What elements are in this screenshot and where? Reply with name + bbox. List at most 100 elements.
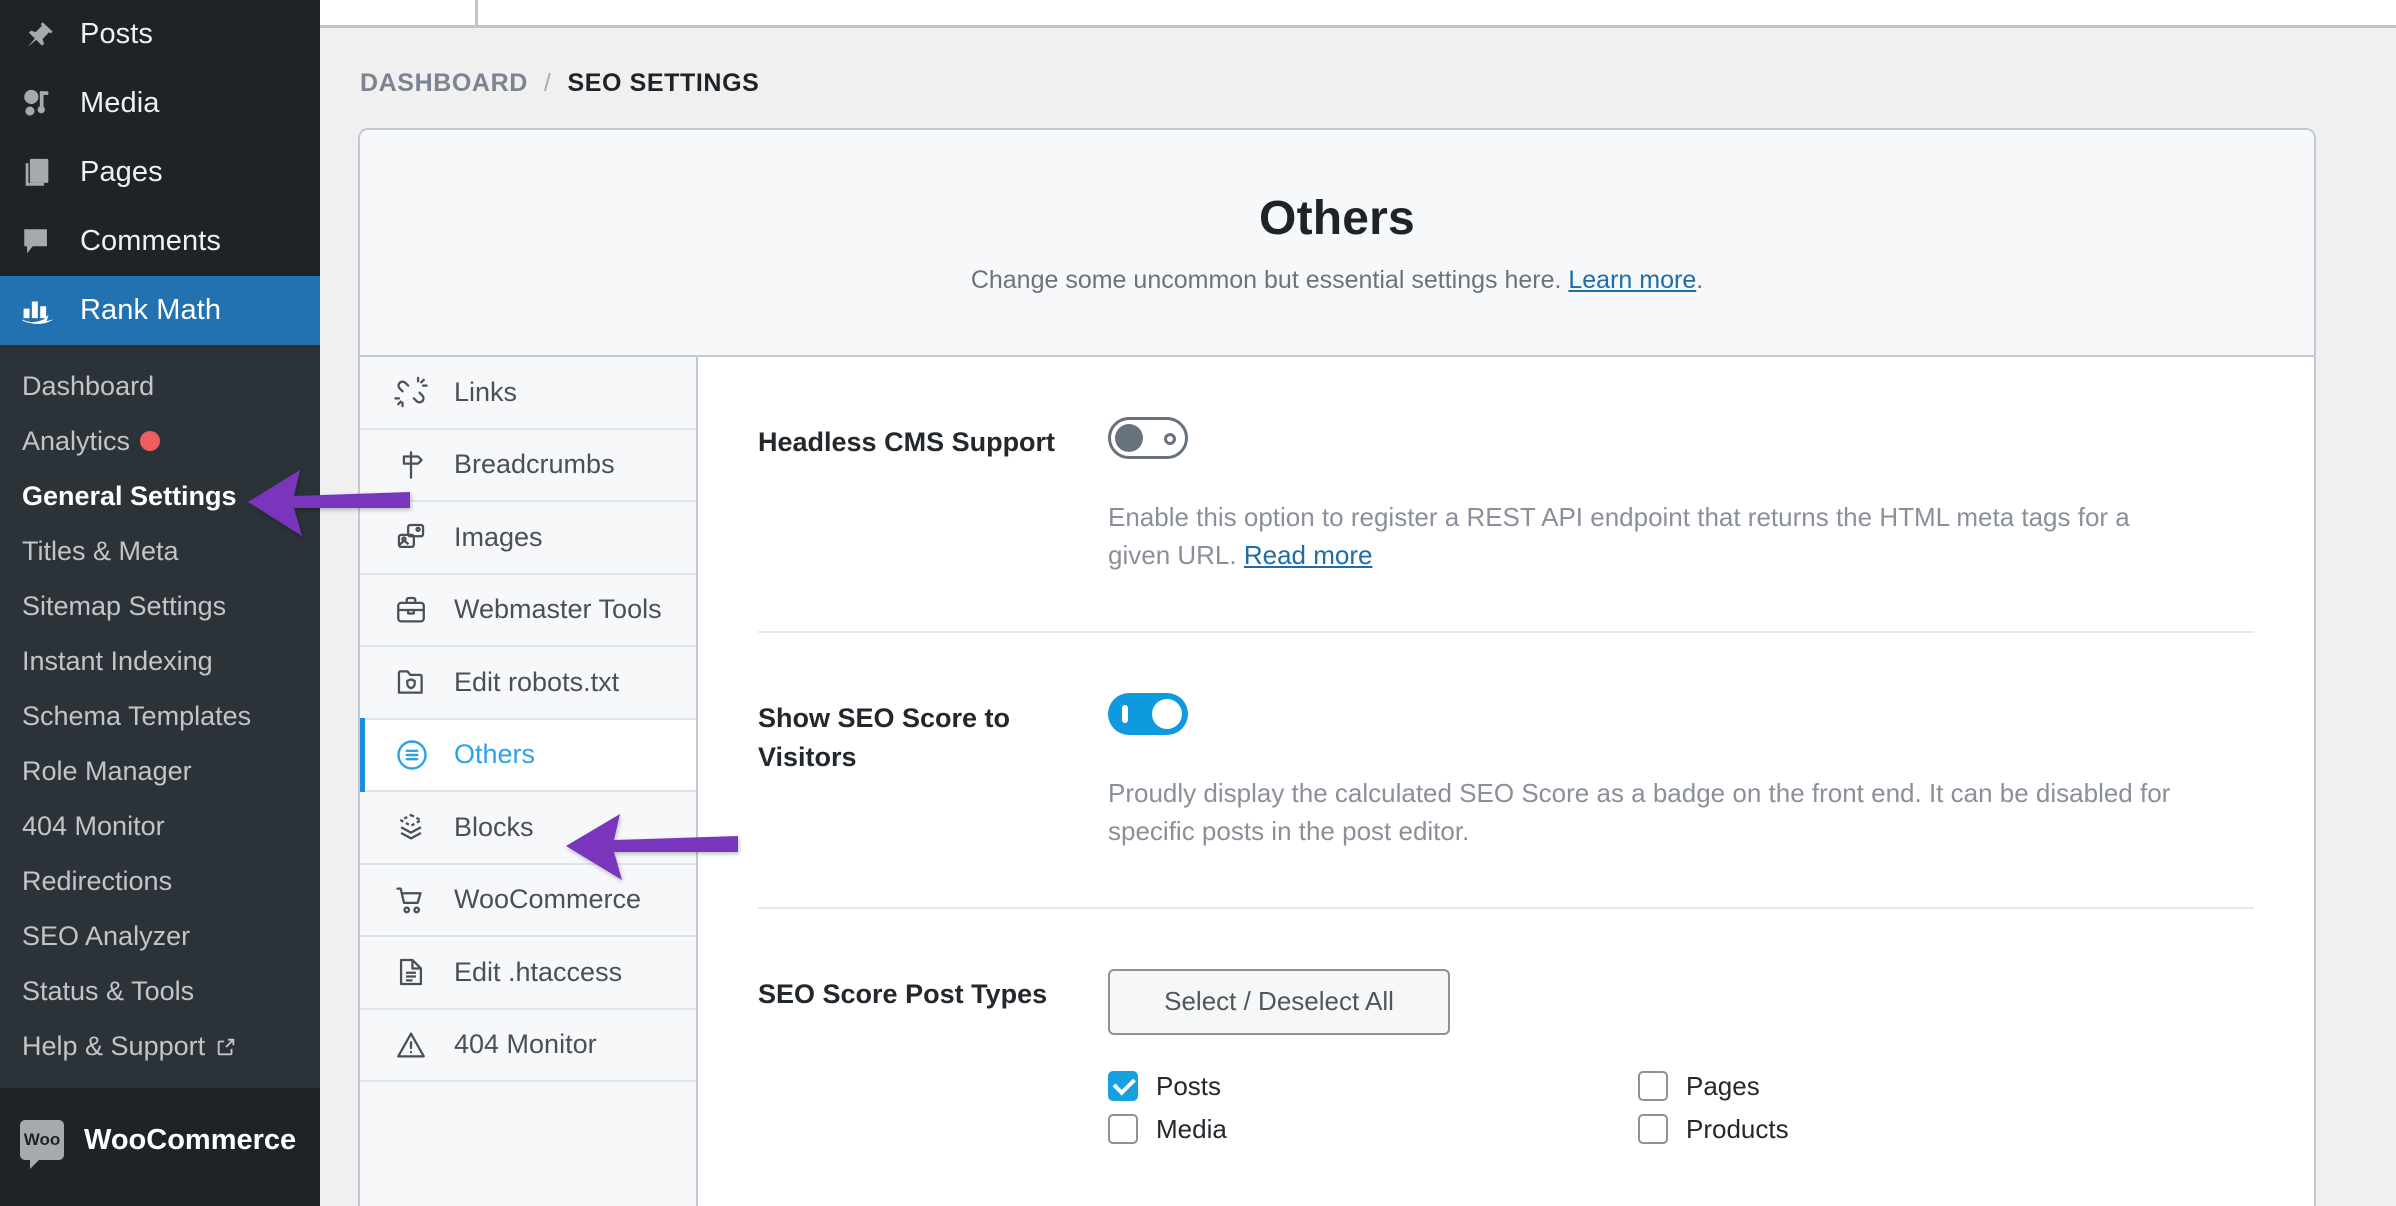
tab-edit-robots-txt[interactable]: Edit robots.txt [360,647,696,720]
tab-label: Edit robots.txt [454,666,620,697]
screen-root: Posts Media Pages Comments Rank Math Das… [0,0,2396,1206]
sidebar-item-posts[interactable]: Posts [0,0,320,69]
learn-more-link[interactable]: Learn more [1568,266,1696,294]
sidebar-item-rank-math[interactable]: Rank Math [0,276,320,345]
layers-icon [394,810,448,844]
select-deselect-all-button[interactable]: Select / Deselect All [1108,968,1450,1035]
tab-label: Edit .htaccess [454,956,623,987]
read-more-link[interactable]: Read more [1244,540,1373,570]
checkbox-posts[interactable] [1108,1071,1138,1102]
breadcrumb-dashboard[interactable]: DASHBOARD [360,69,528,98]
sidebar-item-label: WooCommerce [84,1123,297,1156]
warning-triangle-icon [394,1028,448,1062]
checkbox-item-products[interactable]: Products [1638,1114,2168,1145]
rank-math-submenu: Dashboard Analytics General Settings Tit… [0,345,320,1088]
checkbox-item-media[interactable]: Media [1108,1114,1638,1145]
media-icon [20,87,70,121]
toggle-ring [1164,433,1176,445]
tab-breadcrumbs[interactable]: Breadcrumbs [360,430,696,502]
settings-panel: Headless CMS Support Enable this option … [698,357,2314,1206]
submenu-item-404-monitor[interactable]: 404 Monitor [0,799,320,854]
checkbox-products[interactable] [1638,1114,1668,1145]
checkbox-media[interactable] [1108,1114,1138,1145]
images-icon [394,520,448,554]
tab-edit-htaccess[interactable]: Edit .htaccess [360,937,696,1010]
pages-icon [20,156,70,190]
settings-card: Others Change some uncommon but essentia… [358,128,2316,1206]
setting-field: Enable this option to register a REST AP… [1108,417,2254,575]
submenu-label: Role Manager [22,756,192,786]
checkbox-item-pages[interactable]: Pages [1638,1071,2168,1102]
submenu-item-redirections[interactable]: Redirections [0,854,320,909]
setting-headless-cms-support: Headless CMS Support Enable this option … [758,357,2254,633]
external-link-icon [215,1022,237,1077]
submenu-label: Instant Indexing [22,646,213,676]
show-seo-score-toggle[interactable] [1108,692,1188,735]
submenu-item-general-settings[interactable]: General Settings [0,469,320,524]
sidebar-item-label: Media [80,87,160,119]
submenu-item-titles-meta[interactable]: Titles & Meta [0,524,320,579]
comments-icon [20,225,70,259]
tab-label: Breadcrumbs [454,449,615,480]
submenu-label: Analytics [22,426,131,456]
breadcrumb: DASHBOARD / SEO SETTINGS [320,31,2396,98]
setting-description: Proudly display the calculated SEO Score… [1108,777,2171,847]
sidebar-item-comments[interactable]: Comments [0,207,320,276]
sidebar-item-woocommerce[interactable]: Woo WooCommerce [0,1102,320,1178]
rank-math-icon [20,296,70,326]
submenu-item-schema-templates[interactable]: Schema Templates [0,689,320,744]
sidebar-item-pages[interactable]: Pages [0,138,320,207]
checkbox-label: Pages [1686,1070,1760,1101]
sidebar-item-label: Rank Math [80,294,222,326]
checkbox-label: Posts [1156,1070,1222,1101]
headless-cms-toggle[interactable] [1108,417,1188,459]
toggle-bar [1122,704,1128,723]
post-types-checkbox-grid: Posts Pages Media Products [1108,1071,2254,1145]
briefcase-icon [394,593,448,627]
submenu-label: Titles & Meta [22,536,179,566]
page-title: Others [1259,191,1415,245]
tab-label: Links [454,376,518,407]
page-subtitle-tail: . [1696,265,1704,294]
tab-blocks[interactable]: Blocks [360,792,696,865]
checkbox-label: Media [1156,1113,1227,1144]
sidebar-item-label: Posts [80,18,154,50]
submenu-item-instant-indexing[interactable]: Instant Indexing [0,634,320,689]
checkbox-pages[interactable] [1638,1071,1668,1102]
submenu-item-seo-analyzer[interactable]: SEO Analyzer [0,909,320,964]
submenu-item-analytics[interactable]: Analytics [0,414,320,469]
tab-label: WooCommerce [454,884,642,915]
submenu-item-sitemap-settings[interactable]: Sitemap Settings [0,579,320,634]
tab-webmaster-tools[interactable]: Webmaster Tools [360,575,696,647]
admin-top-strip [320,0,2396,28]
checkbox-item-posts[interactable]: Posts [1108,1071,1638,1102]
tab-label: Others [454,739,536,770]
submenu-item-dashboard[interactable]: Dashboard [0,359,320,414]
sidebar-item-media[interactable]: Media [0,69,320,138]
tab-404-monitor[interactable]: 404 Monitor [360,1010,696,1082]
list-circle-icon [394,737,448,773]
submenu-label: 404 Monitor [22,811,165,841]
submenu-label: Schema Templates [22,701,252,731]
cart-icon [394,883,448,917]
breadcrumb-current: SEO SETTINGS [567,69,760,97]
setting-field: Select / Deselect All Posts Pages Media … [1108,968,2254,1145]
setting-seo-score-post-types: SEO Score Post Types Select / Deselect A… [758,909,2254,1201]
submenu-label: Status & Tools [22,976,195,1006]
toggle-knob [1115,424,1143,452]
setting-label: SEO Score Post Types [758,978,1048,1009]
submenu-item-help-support[interactable]: Help & Support [0,1019,320,1074]
woocommerce-icon: Woo [20,1120,64,1169]
tab-woocommerce[interactable]: WooCommerce [360,865,696,937]
wordpress-admin-sidebar: Posts Media Pages Comments Rank Math Das… [0,0,320,1206]
tab-images[interactable]: Images [360,502,696,575]
broken-link-icon [394,375,448,409]
submenu-item-status-tools[interactable]: Status & Tools [0,964,320,1019]
settings-tab-rail: Links Breadcrumbs Images Webmaster Tools… [360,357,698,1206]
submenu-item-role-manager[interactable]: Role Manager [0,744,320,799]
sidebar-item-label: Comments [80,225,221,257]
analytics-notification-dot [140,430,161,451]
tab-others[interactable]: Others [360,717,696,792]
page-subtitle: Change some uncommon but essential setti… [971,266,1703,295]
tab-links[interactable]: Links [360,357,696,430]
